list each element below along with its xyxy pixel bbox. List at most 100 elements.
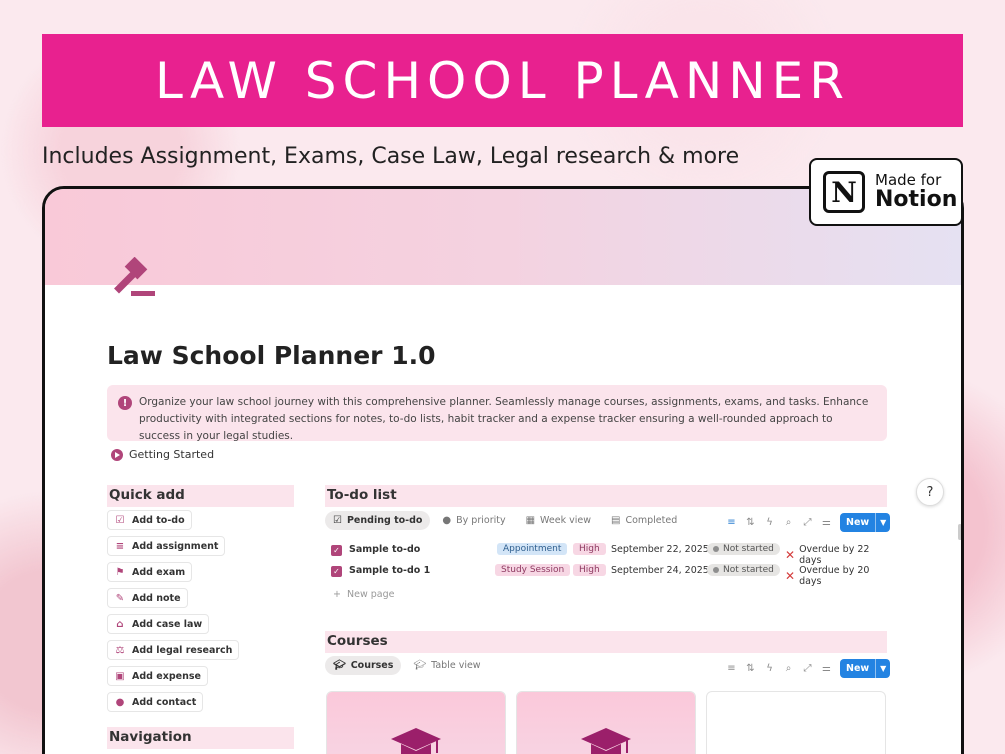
tab-label: Table view bbox=[431, 660, 481, 671]
todo-heading: To-do list bbox=[325, 485, 887, 507]
graduation-cap-icon: 🎓︎ bbox=[413, 660, 427, 671]
add-legal-research-button[interactable]: ⚖ Add legal research bbox=[107, 640, 240, 660]
add-assignment-button[interactable]: ≡ Add assignment bbox=[107, 536, 226, 556]
made-for-label: Made for bbox=[875, 170, 942, 189]
made-for-notion-badge: N Made for Notion bbox=[809, 158, 963, 226]
add-legal-research-label: Add legal research bbox=[132, 644, 233, 656]
new-page-button[interactable]: + New page bbox=[333, 589, 394, 600]
add-assignment-label: Add assignment bbox=[132, 540, 219, 552]
graduation-cap-icon: 🎓︎ bbox=[333, 660, 346, 671]
todo-name: Sample to-do 1 bbox=[349, 565, 431, 576]
subtitle: Includes Assignment, Exams, Case Law, Le… bbox=[42, 144, 740, 169]
notion-page-frame: Law School Planner 1.0 ! Organize your l… bbox=[42, 186, 964, 754]
todo-name: Sample to-do bbox=[349, 544, 421, 555]
pencil-icon: ✎ bbox=[115, 592, 125, 604]
alert-icon: ● bbox=[442, 515, 452, 526]
chevron-down-icon[interactable]: ▼ bbox=[875, 513, 890, 532]
overdue-indicator: ✕ Overdue by 20 days bbox=[785, 565, 889, 587]
tab-label: Week view bbox=[540, 515, 591, 526]
expand-icon[interactable]: ⤢ bbox=[798, 663, 817, 674]
bank-icon: ⌂ bbox=[116, 618, 124, 630]
automation-icon[interactable]: ϟ bbox=[760, 517, 779, 528]
checkbox-icon[interactable]: ✓ bbox=[331, 566, 342, 577]
add-todo-button[interactable]: ☑ Add to-do bbox=[107, 510, 192, 530]
title-banner: LAW SCHOOL PLANNER bbox=[42, 34, 963, 127]
courses-toolbar: ≡ ⇅ ϟ ⌕ ⤢ ⚌ New ▼ bbox=[722, 659, 891, 678]
status-label: Not started bbox=[723, 565, 774, 575]
due-date: September 22, 2025 bbox=[611, 544, 709, 555]
tab-week-view[interactable]: ▦ Week view bbox=[518, 511, 599, 530]
add-contact-button[interactable]: ● Add contact bbox=[107, 692, 204, 712]
banner-title: LAW SCHOOL PLANNER bbox=[154, 51, 850, 110]
add-note-label: Add note bbox=[132, 592, 181, 604]
gavel-small-icon: ⚖ bbox=[115, 644, 125, 656]
overdue-label: Overdue by 20 days bbox=[799, 565, 870, 587]
getting-started-toggle[interactable]: Getting Started bbox=[111, 448, 214, 461]
edit-list-icon: ≡ bbox=[115, 540, 125, 552]
status-label: Not started bbox=[723, 544, 774, 554]
expand-icon[interactable]: ⤢ bbox=[798, 517, 817, 528]
due-date: September 24, 2025 bbox=[611, 565, 709, 576]
add-exam-label: Add exam bbox=[132, 566, 186, 578]
gavel-icon bbox=[114, 257, 155, 296]
getting-started-label: Getting Started bbox=[129, 448, 215, 461]
plus-icon: + bbox=[333, 589, 341, 600]
page-title: Law School Planner 1.0 bbox=[107, 341, 436, 370]
type-tag: Study Session bbox=[495, 564, 571, 576]
filter-icon[interactable]: ≡ bbox=[722, 517, 741, 528]
quick-add-heading: Quick add bbox=[107, 485, 294, 507]
course-card[interactable] bbox=[326, 691, 506, 754]
tab-completed[interactable]: ▤ Completed bbox=[603, 511, 685, 530]
todo-toolbar: ≡ ⇅ ϟ ⌕ ⤢ ⚌ New ▼ bbox=[722, 513, 891, 532]
add-contact-label: Add contact bbox=[132, 696, 197, 708]
status-badge: Not started bbox=[707, 543, 780, 555]
table-row[interactable]: ✓ Sample to-do Appointment High Septembe… bbox=[329, 542, 889, 566]
courses-new-button[interactable]: New ▼ bbox=[840, 659, 891, 678]
course-card-empty[interactable] bbox=[706, 691, 886, 754]
courses-view-tabs: 🎓︎ Courses 🎓︎ Table view bbox=[325, 656, 493, 675]
calendar-icon: ▦ bbox=[525, 515, 536, 526]
status-badge: Not started bbox=[707, 564, 780, 576]
tab-label: Pending to-do bbox=[346, 515, 423, 526]
todo-new-button[interactable]: New ▼ bbox=[840, 513, 891, 532]
sort-icon[interactable]: ⇅ bbox=[741, 517, 760, 528]
tab-courses[interactable]: 🎓︎ Courses bbox=[325, 656, 402, 675]
automation-icon[interactable]: ϟ bbox=[760, 663, 779, 674]
help-icon[interactable]: ? bbox=[916, 478, 944, 506]
chevron-down-icon[interactable]: ▼ bbox=[875, 659, 890, 678]
scrollbar[interactable] bbox=[958, 524, 961, 540]
callout-text: Organize your law school journey with th… bbox=[139, 396, 869, 442]
navigation-heading: Navigation bbox=[107, 727, 294, 749]
person-icon: ● bbox=[115, 696, 125, 708]
add-exam-button[interactable]: ⚑ Add exam bbox=[107, 562, 193, 582]
tab-label: By priority bbox=[456, 515, 506, 526]
search-icon[interactable]: ⌕ bbox=[779, 517, 798, 528]
tab-by-priority[interactable]: ● By priority bbox=[434, 511, 513, 530]
notion-label: Notion bbox=[875, 187, 958, 213]
tab-table-view[interactable]: 🎓︎ Table view bbox=[405, 656, 488, 675]
graduation-cap-icon bbox=[581, 728, 631, 754]
tab-pending-todo[interactable]: ☑ Pending to-do bbox=[325, 511, 431, 530]
settings-icon[interactable]: ⚌ bbox=[817, 517, 836, 528]
table-row[interactable]: ✓ Sample to-do 1 Study Session High Sept… bbox=[329, 563, 889, 587]
x-icon: ✕ bbox=[785, 569, 796, 583]
add-note-button[interactable]: ✎ Add note bbox=[107, 588, 188, 608]
add-expense-button[interactable]: ▣ Add expense bbox=[107, 666, 208, 686]
filter-icon[interactable]: ≡ bbox=[722, 663, 741, 674]
info-icon: ! bbox=[118, 396, 132, 410]
add-case-law-button[interactable]: ⌂ Add case law bbox=[107, 614, 210, 634]
sort-icon[interactable]: ⇅ bbox=[741, 663, 760, 674]
checkbox-icon[interactable]: ✓ bbox=[331, 545, 342, 556]
type-tag: Appointment bbox=[497, 543, 568, 555]
priority-tag: High bbox=[573, 543, 606, 555]
search-icon[interactable]: ⌕ bbox=[779, 663, 798, 674]
tab-label: Courses bbox=[350, 660, 394, 671]
tab-label: Completed bbox=[625, 515, 678, 526]
new-page-label: New page bbox=[347, 589, 395, 600]
settings-icon[interactable]: ⚌ bbox=[817, 663, 836, 674]
new-label: New bbox=[846, 517, 870, 528]
checkbox-icon: ☑ bbox=[115, 514, 125, 526]
course-card[interactable] bbox=[516, 691, 696, 754]
add-todo-label: Add to-do bbox=[132, 514, 185, 526]
graduation-cap-icon bbox=[391, 728, 441, 754]
